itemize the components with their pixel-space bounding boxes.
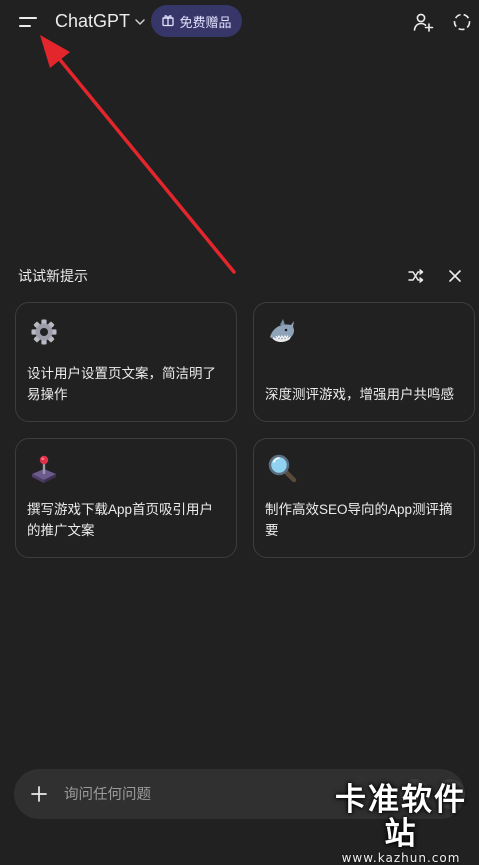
add-user-icon <box>413 13 434 32</box>
plus-icon <box>31 786 47 802</box>
suggestions-header: 试试新提示 <box>18 268 88 284</box>
add-user-button[interactable] <box>410 9 436 35</box>
close-icon <box>449 270 461 282</box>
suggestion-card-text: 制作高效SEO导向的App测评摘要 <box>265 502 453 538</box>
free-gift-button[interactable]: 免费赠品 <box>151 5 242 37</box>
message-input[interactable] <box>62 781 366 809</box>
joystick-icon <box>29 453 59 483</box>
temporary-chat-button[interactable] <box>449 9 475 35</box>
app-title: ChatGPT <box>55 11 131 31</box>
suggestion-card-text: 撰写游戏下载App首页吸引用户的推广文案 <box>27 502 214 538</box>
menu-icon <box>19 17 37 27</box>
gift-icon <box>161 13 175 30</box>
dictate-button[interactable] <box>400 779 430 809</box>
suggestion-card[interactable]: 设计用户设置页文案，简洁明了易操作 <box>15 302 237 422</box>
gift-label: 免费赠品 <box>179 14 232 30</box>
suggestion-card-text: 深度测评游戏，增强用户共鸣感 <box>265 387 454 402</box>
shark-icon <box>267 317 297 347</box>
menu-button[interactable] <box>14 8 42 36</box>
model-selector[interactable]: ChatGPT <box>55 10 146 33</box>
top-bar: ChatGPT 免费赠品 <box>0 0 479 44</box>
voice-mode-button[interactable] <box>435 779 465 809</box>
dismiss-suggestions-button[interactable] <box>443 264 467 288</box>
chevron-down-icon <box>134 12 146 33</box>
gear-icon <box>29 317 59 347</box>
magnifier-icon <box>267 453 297 483</box>
suggestion-card[interactable]: 撰写游戏下载App首页吸引用户的推广文案 <box>15 438 237 558</box>
shuffle-icon <box>408 269 424 283</box>
attach-button[interactable] <box>24 779 54 809</box>
temporary-chat-icon <box>453 13 471 31</box>
suggestion-card[interactable]: 深度测评游戏，增强用户共鸣感 <box>253 302 475 422</box>
suggestion-card-text: 设计用户设置页文案，简洁明了易操作 <box>27 366 216 402</box>
message-composer <box>14 769 465 819</box>
suggestion-card[interactable]: 制作高效SEO导向的App测评摘要 <box>253 438 475 558</box>
shuffle-button[interactable] <box>404 264 428 288</box>
watermark-url: www.kazhun.com <box>341 851 461 865</box>
